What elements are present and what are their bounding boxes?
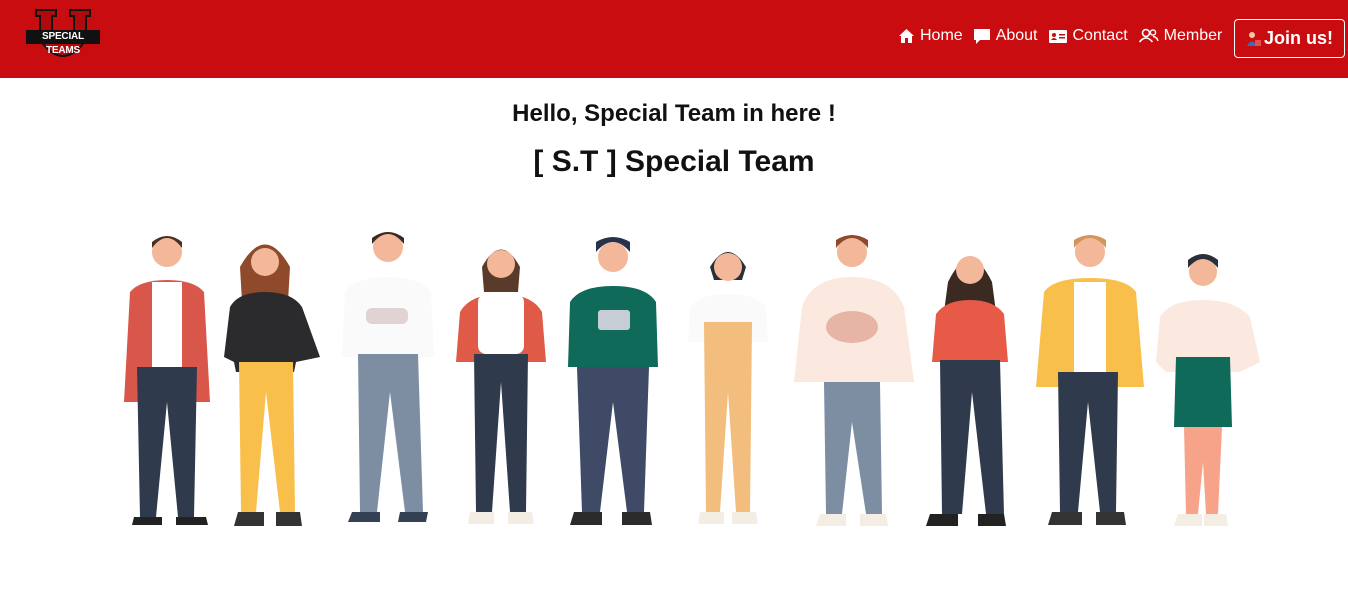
person-figure bbox=[1036, 235, 1144, 525]
person-figure bbox=[224, 244, 320, 526]
nav-about[interactable]: About bbox=[973, 27, 1038, 45]
person-icon bbox=[1246, 31, 1261, 46]
chat-icon bbox=[973, 28, 990, 44]
nav-home-label: Home bbox=[920, 27, 963, 44]
person-figure bbox=[456, 249, 546, 524]
join-us-label: Join us! bbox=[1263, 28, 1333, 48]
navbar: SPECIAL TEAMS Home About Contact Member … bbox=[0, 0, 1348, 78]
nav-about-label: About bbox=[995, 27, 1038, 44]
nav-links: Home About Contact Member bbox=[898, 24, 1232, 48]
team-people-illustration bbox=[124, 232, 1260, 526]
nav-contact[interactable]: Contact bbox=[1048, 27, 1128, 45]
team-logo[interactable]: SPECIAL TEAMS bbox=[26, 8, 100, 66]
contact-card-icon bbox=[1048, 30, 1067, 43]
person-figure bbox=[568, 237, 658, 525]
home-icon bbox=[899, 29, 914, 43]
person-figure bbox=[342, 232, 434, 522]
nav-home[interactable]: Home bbox=[898, 27, 963, 45]
person-figure bbox=[926, 256, 1008, 526]
person-figure bbox=[1156, 254, 1260, 526]
person-figure bbox=[124, 236, 210, 525]
users-icon bbox=[1138, 28, 1159, 43]
nav-member-label: Member bbox=[1163, 27, 1223, 44]
join-us-button[interactable]: Join us! bbox=[1234, 19, 1345, 58]
nav-member[interactable]: Member bbox=[1138, 27, 1223, 45]
logo-text: SPECIAL TEAMS bbox=[26, 30, 100, 56]
person-figure bbox=[688, 252, 768, 524]
page-title: [ S.T ] Special Team bbox=[533, 145, 815, 178]
nav-contact-label: Contact bbox=[1072, 27, 1128, 44]
person-figure bbox=[794, 235, 914, 526]
greeting-heading: Hello, Special Team in here ! bbox=[512, 100, 836, 127]
